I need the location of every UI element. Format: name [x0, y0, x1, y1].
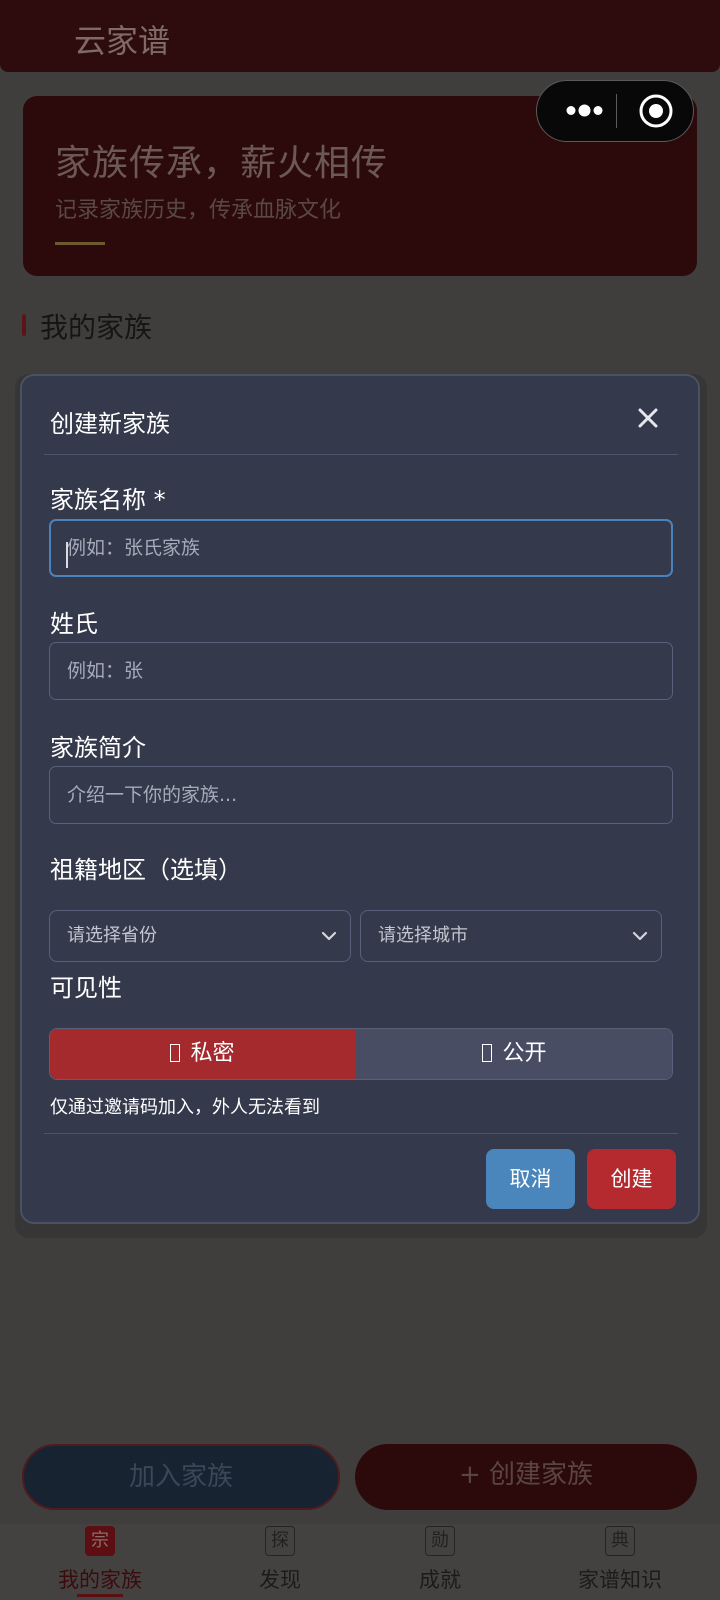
- tab-bar: 宗 我的家族 探 发现 勋 成就 典 家谱知识: [0, 1524, 720, 1600]
- section-title: 我的家族: [40, 311, 153, 344]
- hero-title: 家族传承，薪火相传: [55, 143, 389, 184]
- region-label: 祖籍地区（选填）: [50, 856, 242, 884]
- hero-divider: [55, 242, 105, 245]
- option-label: 私密: [190, 1041, 235, 1066]
- create-family-dialog: 创建新家族 家族名称 * 姓氏 家族简介 祖籍地区（选填） 请选择省份 请选择城…: [20, 374, 700, 1224]
- create-family-button[interactable]: + 创建家族: [355, 1444, 697, 1510]
- tab-my-family[interactable]: 宗 我的家族: [10, 1524, 190, 1600]
- visibility-hint: 仅通过邀请码加入，外人无法看到: [50, 1097, 320, 1118]
- cancel-button[interactable]: 取消: [486, 1149, 575, 1209]
- surname-label: 姓氏: [50, 610, 98, 638]
- family-intro-label: 家族简介: [50, 734, 146, 762]
- section-marker: [22, 314, 26, 336]
- dialog-header-divider: [44, 454, 678, 455]
- surname-input[interactable]: [49, 642, 673, 700]
- close-mini-program-icon[interactable]: [638, 93, 674, 129]
- join-family-button[interactable]: 加入家族: [22, 1444, 340, 1510]
- hero-subtitle: 记录家族历史，传承血脉文化: [55, 198, 342, 223]
- visibility-public-option[interactable]: 公开: [355, 1029, 672, 1079]
- family-name-input[interactable]: [49, 519, 673, 577]
- tab-discover[interactable]: 探 发现: [190, 1524, 370, 1600]
- create-button[interactable]: 创建: [587, 1149, 676, 1209]
- tab-label: 我的家族: [58, 1568, 142, 1592]
- province-select[interactable]: 请选择省份: [49, 910, 351, 962]
- city-select[interactable]: 请选择城市: [360, 910, 662, 962]
- active-tab-indicator: [77, 1594, 123, 1597]
- close-icon[interactable]: [634, 404, 662, 432]
- capsule-divider: [616, 94, 617, 128]
- tab-label: 发现: [259, 1568, 301, 1592]
- tab-label: 家谱知识: [578, 1568, 662, 1592]
- city-select-value: 请选择城市: [378, 925, 468, 946]
- lock-icon: [170, 1044, 181, 1062]
- option-label: 公开: [502, 1041, 547, 1066]
- book-icon: 典: [605, 1526, 635, 1556]
- mini-program-capsule: [536, 80, 694, 142]
- family-name-label: 家族名称 *: [50, 486, 166, 514]
- globe-icon: [482, 1044, 493, 1062]
- text-cursor: [66, 542, 68, 568]
- province-select-value: 请选择省份: [67, 925, 157, 946]
- family-intro-input[interactable]: [49, 766, 673, 824]
- dialog-title: 创建新家族: [50, 410, 170, 438]
- tab-knowledge[interactable]: 典 家谱知识: [530, 1524, 710, 1600]
- clan-icon: 宗: [85, 1526, 115, 1556]
- chevron-down-icon: [632, 931, 648, 941]
- tab-achievements[interactable]: 勋 成就: [350, 1524, 530, 1600]
- dialog-footer-divider: [44, 1133, 678, 1134]
- explore-icon: 探: [265, 1526, 295, 1556]
- visibility-private-option[interactable]: 私密: [50, 1029, 355, 1079]
- app-header: 云家谱: [0, 0, 720, 72]
- medal-icon: 勋: [425, 1526, 455, 1556]
- visibility-label: 可见性: [50, 974, 122, 1002]
- app-title: 云家谱: [74, 22, 171, 60]
- visibility-toggle: 私密 公开: [49, 1028, 673, 1080]
- tab-label: 成就: [419, 1568, 461, 1592]
- chevron-down-icon: [321, 931, 337, 941]
